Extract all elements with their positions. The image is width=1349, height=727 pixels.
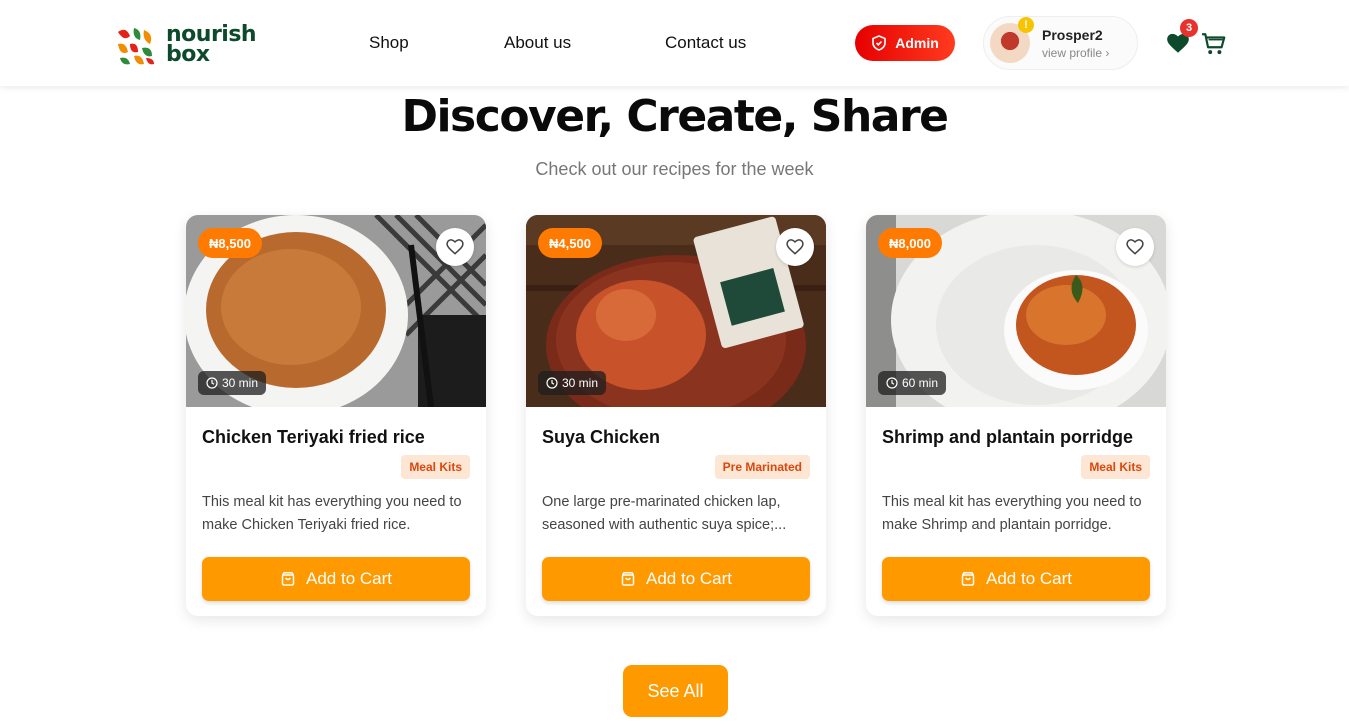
recipe-description: This meal kit has everything you need to… bbox=[202, 494, 462, 533]
heart-outline-icon bbox=[786, 239, 804, 255]
favorite-button[interactable] bbox=[436, 228, 474, 266]
category-tag: Pre Marinated bbox=[714, 455, 810, 479]
cook-time-badge: 30 min bbox=[198, 371, 267, 395]
admin-button[interactable]: Admin bbox=[855, 25, 955, 61]
clock-icon bbox=[886, 377, 898, 389]
logo-text-line2: box bbox=[166, 42, 210, 67]
add-to-cart-button[interactable]: Add to Cart bbox=[542, 557, 810, 601]
cook-time-badge: 60 min bbox=[878, 371, 947, 395]
nav-contact[interactable]: Contact us bbox=[665, 33, 746, 53]
site-header: nourish box Shop About us Contact us Adm… bbox=[0, 0, 1349, 86]
profile-name: Prosper2 bbox=[1042, 26, 1103, 43]
add-to-cart-button[interactable]: Add to Cart bbox=[882, 557, 1150, 601]
recipe-title[interactable]: Shrimp and plantain porridge bbox=[882, 427, 1133, 448]
profile-text: Prosper2 view profile › bbox=[1042, 27, 1109, 60]
cook-time-label: 30 min bbox=[562, 376, 599, 390]
view-profile-link[interactable]: view profile › bbox=[1042, 46, 1109, 60]
nav-shop[interactable]: Shop bbox=[369, 33, 409, 53]
admin-label: Admin bbox=[895, 35, 939, 51]
shopping-bag-icon bbox=[281, 572, 295, 586]
cart-icon[interactable] bbox=[1201, 31, 1227, 57]
heart-outline-icon bbox=[1126, 239, 1144, 255]
recipe-card[interactable]: ₦4,500 30 min Suya Chicken Pre Marinated… bbox=[526, 215, 826, 616]
nav-about[interactable]: About us bbox=[504, 33, 571, 53]
recipe-title[interactable]: Suya Chicken bbox=[542, 427, 660, 448]
page-title: Discover, Create, Share bbox=[401, 91, 949, 142]
shield-icon bbox=[872, 35, 887, 51]
favorite-button[interactable] bbox=[1116, 228, 1154, 266]
recipe-description: This meal kit has everything you need to… bbox=[882, 494, 1142, 533]
recipe-card[interactable]: ₦8,000 60 min Shrimp and plantain porrid… bbox=[866, 215, 1166, 616]
logo-text: nourish box bbox=[166, 24, 257, 67]
clock-icon bbox=[546, 377, 558, 389]
clock-icon bbox=[206, 377, 218, 389]
add-to-cart-label: Add to Cart bbox=[986, 569, 1072, 588]
category-tag: Meal Kits bbox=[401, 455, 470, 479]
heart-outline-icon bbox=[446, 239, 464, 255]
price-badge: ₦8,500 bbox=[198, 228, 262, 258]
add-to-cart-button[interactable]: Add to Cart bbox=[202, 557, 470, 601]
logo-mark-icon bbox=[114, 24, 156, 66]
price-badge: ₦4,500 bbox=[538, 228, 602, 258]
shopping-bag-icon bbox=[961, 572, 975, 586]
cook-time-badge: 30 min bbox=[538, 371, 607, 395]
price-badge: ₦8,000 bbox=[878, 228, 942, 258]
recipe-description: One large pre-marinated chicken lap, sea… bbox=[542, 494, 787, 533]
add-to-cart-label: Add to Cart bbox=[646, 569, 732, 588]
profile-alert-badge: ! bbox=[1018, 17, 1034, 33]
cook-time-label: 30 min bbox=[222, 376, 259, 390]
wishlist-count-badge: 3 bbox=[1180, 19, 1198, 37]
profile-chip[interactable]: Prosper2 view profile › bbox=[983, 16, 1138, 70]
category-tag: Meal Kits bbox=[1081, 455, 1150, 479]
recipe-card[interactable]: ₦8,500 30 min Chicken Teriyaki fried ric… bbox=[186, 215, 486, 616]
cook-time-label: 60 min bbox=[902, 376, 939, 390]
favorite-button[interactable] bbox=[776, 228, 814, 266]
add-to-cart-label: Add to Cart bbox=[306, 569, 392, 588]
page-subtitle: Check out our recipes for the week bbox=[535, 159, 814, 179]
shopping-bag-icon bbox=[621, 572, 635, 586]
see-all-button[interactable]: See All bbox=[623, 665, 728, 717]
recipe-title[interactable]: Chicken Teriyaki fried rice bbox=[202, 427, 425, 448]
logo[interactable]: nourish box bbox=[112, 22, 257, 68]
